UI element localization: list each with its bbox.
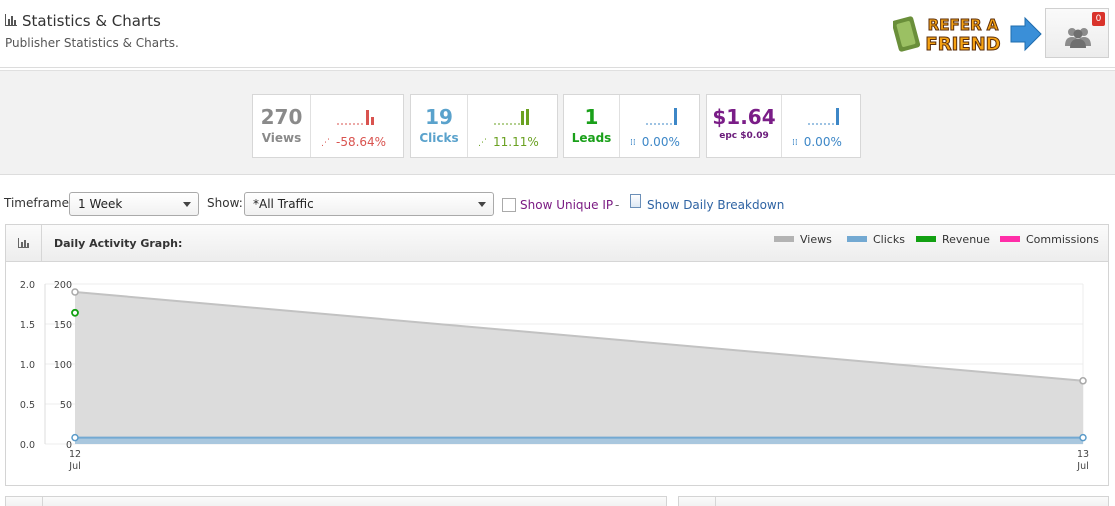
unique-ip-checkbox[interactable] [502, 198, 516, 212]
views-sparkline [337, 110, 374, 125]
legend-swatch [847, 236, 867, 242]
graph-title: Daily Activity Graph: [54, 237, 183, 250]
legend-views[interactable]: Views [774, 233, 832, 246]
stat-leads: 1 Leads ⁞⁞ 0.00% [563, 94, 700, 158]
trend-flat-icon: ⁞⁞ [792, 138, 798, 148]
panel-icon-box [6, 225, 42, 262]
x-tick-month-label: Jul [1076, 461, 1088, 472]
chevron-down-icon [478, 202, 486, 207]
views-point [1079, 377, 1087, 385]
separator: - [615, 198, 620, 212]
filter-bar: Timeframe: 1 Week Show: *All Traffic Sho… [0, 190, 1115, 220]
stats-band: 270 Views ⋰ -58.64% 19 Clicks ⋰ 11.11% 1… [0, 70, 1115, 175]
document-icon [630, 194, 641, 208]
show-select[interactable]: *All Traffic [244, 192, 494, 216]
legend-swatch [774, 236, 794, 242]
refer-a-friend-banner[interactable]: REFER A FRIEND [893, 10, 1043, 58]
legend-commissions[interactable]: Commissions [1000, 233, 1099, 246]
users-button[interactable]: 0 [1045, 8, 1109, 58]
trend-up-icon: ⋰ [478, 138, 487, 148]
bar-chart-icon [5, 14, 17, 26]
stat-views: 270 Views ⋰ -58.64% [252, 94, 404, 158]
page-header: Statistics & Charts Publisher Statistics… [0, 0, 1115, 68]
page-title: Statistics & Charts [22, 12, 161, 30]
legend-swatch [916, 236, 936, 242]
show-daily-breakdown-link[interactable]: Show Daily Breakdown [647, 198, 784, 212]
timeframe-select[interactable]: 1 Week [69, 192, 199, 216]
y-right-tick-label: 200 [54, 280, 72, 291]
leads-change: ⁞⁞ 0.00% [630, 135, 680, 149]
show-unique-ip-link[interactable]: Show Unique IP [520, 198, 613, 212]
show-label: Show: [207, 196, 243, 210]
clicks-change: ⋰ 11.11% [478, 135, 539, 149]
lower-panel-left [5, 496, 667, 506]
views-change: ⋰ -58.64% [321, 135, 387, 149]
revenue-point [71, 308, 79, 317]
trend-flat-icon: ⁞⁞ [630, 138, 636, 148]
chevron-down-icon [183, 202, 191, 207]
views-value: 270 [260, 105, 303, 129]
revenue-change: ⁞⁞ 0.00% [792, 135, 842, 149]
clicks-point [71, 433, 79, 442]
users-icon [1065, 28, 1091, 48]
y-left-tick-label: 0.5 [20, 400, 35, 411]
bar-chart-icon [18, 238, 29, 248]
views-point [71, 288, 79, 296]
y-left-tick-label: 2.0 [20, 280, 35, 291]
page-subtitle: Publisher Statistics & Charts. [5, 36, 179, 50]
notification-badge: 0 [1092, 12, 1105, 26]
legend-swatch [1000, 236, 1020, 242]
x-tick-day-label: 12 [69, 449, 81, 460]
clicks-label: Clicks [419, 131, 459, 145]
panel-header: Daily Activity Graph: Views Clicks Reven… [6, 225, 1108, 262]
leads-sparkline [646, 108, 677, 125]
svg-text:REFER A: REFER A [928, 16, 999, 34]
y-right-tick-label: 50 [60, 400, 72, 411]
clicks-value: 19 [425, 105, 453, 129]
svg-text:FRIEND: FRIEND [925, 34, 1000, 55]
lower-panel-right [678, 496, 1109, 506]
clicks-sparkline [494, 109, 529, 125]
timeframe-label: Timeframe: [4, 196, 73, 210]
views-label: Views [261, 131, 302, 145]
stat-revenue: $1.64 epc $0.09 ⁞⁞ 0.00% [706, 94, 861, 158]
revenue-value: $1.64 [712, 105, 776, 129]
y-right-tick-label: 100 [54, 360, 72, 371]
y-left-tick-label: 1.0 [20, 360, 35, 371]
clicks-point [1079, 433, 1087, 442]
y-left-tick-label: 1.5 [20, 320, 35, 331]
y-right-tick-label: 150 [54, 320, 72, 331]
trend-down-icon: ⋰ [321, 138, 330, 148]
leads-label: Leads [571, 131, 612, 145]
stat-clicks: 19 Clicks ⋰ 11.11% [410, 94, 558, 158]
x-tick-month-label: Jul [68, 461, 80, 472]
leads-value: 1 [584, 105, 599, 129]
y-left-tick-label: 0.0 [20, 440, 35, 451]
revenue-sparkline [808, 108, 839, 125]
x-tick-day-label: 13 [1077, 449, 1089, 460]
daily-activity-panel: Daily Activity Graph: Views Clicks Reven… [5, 224, 1109, 486]
legend-revenue[interactable]: Revenue [916, 233, 990, 246]
legend-clicks[interactable]: Clicks [847, 233, 905, 246]
epc-line: epc $0.09 [719, 131, 769, 141]
daily-activity-chart: 2.01.51.00.50.020015010050012Jul13Jul [20, 280, 1089, 472]
